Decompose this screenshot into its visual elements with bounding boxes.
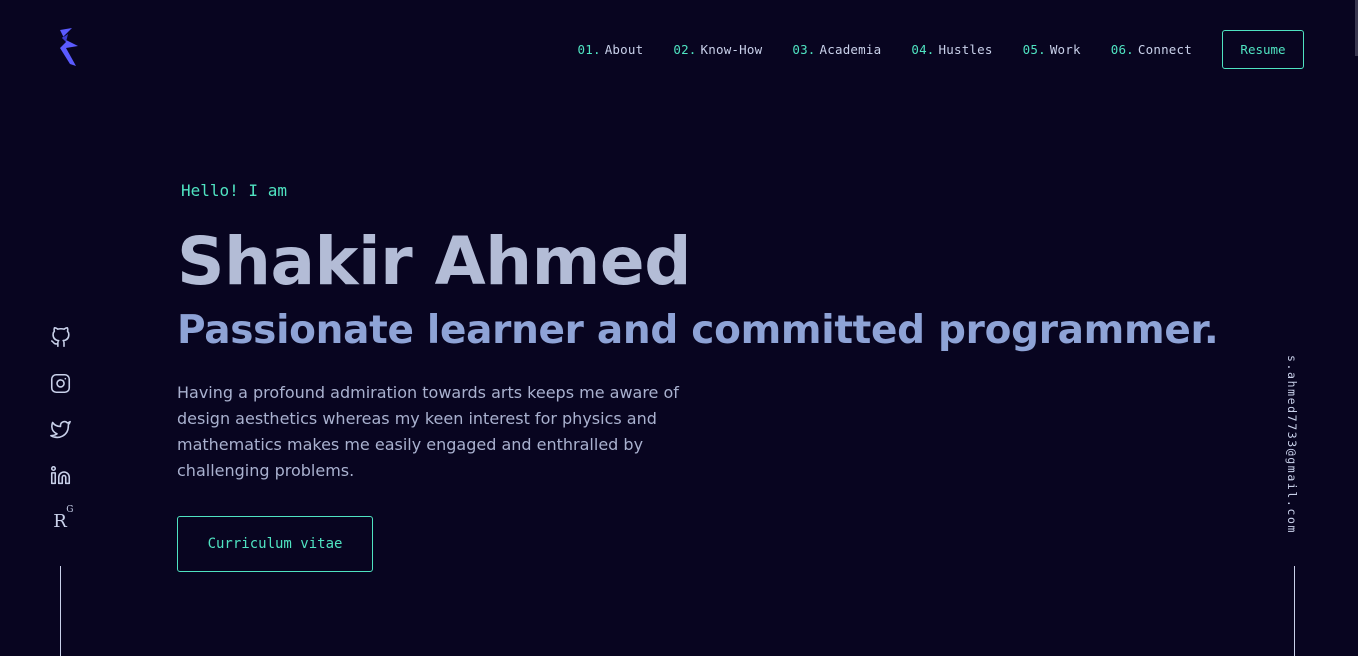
greeting-text: Hello! I am (181, 181, 287, 200)
social-links: RG (48, 325, 73, 555)
right-divider-line (1294, 566, 1295, 656)
nav-item-know-how[interactable]: 02. Know-How (673, 42, 762, 57)
linkedin-icon[interactable] (48, 463, 72, 487)
twitter-icon[interactable] (48, 417, 72, 441)
github-icon[interactable] (48, 325, 72, 349)
nav-label: Work (1049, 42, 1081, 57)
nav-label: Know-How (700, 42, 763, 57)
nav-label: Hustles (938, 42, 993, 57)
tagline: Passionate learner and committed program… (177, 308, 1219, 353)
page-title: Shakir Ahmed (177, 223, 691, 300)
researchgate-g: G (66, 504, 74, 515)
researchgate-mark: RG (53, 505, 73, 532)
top-nav: 01. About 02. Know-How 03. Academia 04. Hust… (578, 30, 1304, 69)
nav-item-about[interactable]: 01. About (578, 42, 644, 57)
nav-item-work[interactable]: 05. Work (1023, 42, 1081, 57)
nav-item-connect[interactable]: 06. Connect (1111, 42, 1192, 57)
researchgate-r: R (53, 510, 67, 532)
researchgate-icon[interactable]: RG (48, 505, 73, 533)
nav-number: 01. (577, 42, 601, 57)
page: 01. About 02. Know-How 03. Academia 04. Hust… (0, 0, 1358, 656)
nav-label: About (604, 42, 644, 57)
logo-icon[interactable] (52, 26, 88, 72)
nav-item-hustles[interactable]: 04. Hustles (911, 42, 992, 57)
curriculum-vitae-button[interactable]: Curriculum vitae (177, 516, 373, 572)
nav-label: Connect (1137, 42, 1192, 57)
instagram-icon[interactable] (48, 371, 72, 395)
nav-number: 04. (911, 42, 935, 57)
nav-number: 02. (673, 42, 697, 57)
nav-number: 03. (792, 42, 816, 57)
resume-button[interactable]: Resume (1222, 30, 1304, 69)
nav-label: Academia (819, 42, 882, 57)
email-link[interactable]: s.ahmed7733@gmail.com (1285, 355, 1299, 534)
nav-item-academia[interactable]: 03. Academia (792, 42, 881, 57)
nav-number: 06. (1110, 42, 1134, 57)
nav-number: 05. (1022, 42, 1046, 57)
hero-section: Hello! I am Shakir Ahmed Passionate lear… (177, 178, 1219, 484)
bio-text: Having a profound admiration towards art… (177, 383, 679, 480)
left-divider-line (60, 566, 61, 656)
